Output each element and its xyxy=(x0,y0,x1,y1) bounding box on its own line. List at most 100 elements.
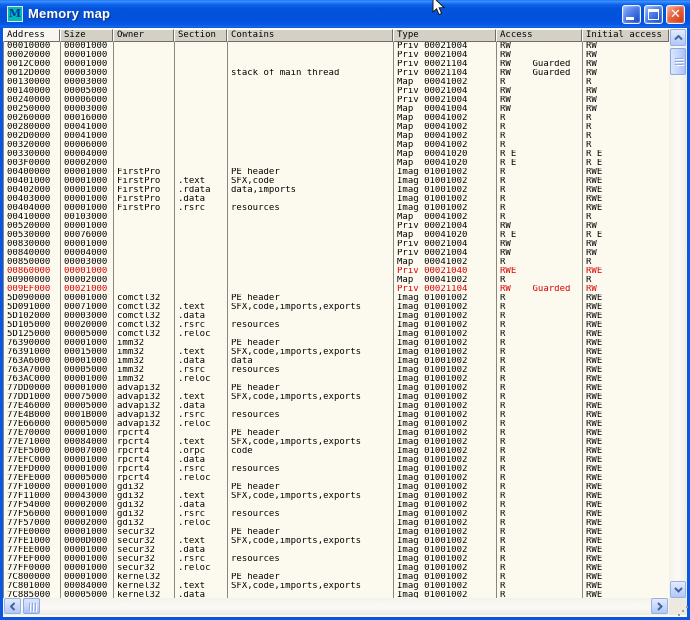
scroll-up-button[interactable] xyxy=(670,29,686,46)
cell-section xyxy=(175,294,228,303)
table-row[interactable]: 002D000000041000Map 00041002RR xyxy=(4,132,669,141)
column-header-size[interactable]: Size xyxy=(60,29,113,42)
minimize-button[interactable] xyxy=(622,5,641,24)
table-row[interactable]: 77E7100000084000rpcrt4.textSFX,code,impo… xyxy=(4,438,669,447)
table-row[interactable]: 0013000000003000Map 00041002RR xyxy=(4,78,669,87)
cell-address: 763A7000 xyxy=(4,366,61,375)
table-row[interactable]: 0040300000001000FirstPro.dataImag 010010… xyxy=(4,195,669,204)
table-row[interactable]: 0024000000006000Priv 00021004RWRW xyxy=(4,96,669,105)
vertical-scroll-thumb[interactable] xyxy=(670,48,686,75)
cell-owner: gdi32 xyxy=(114,510,175,519)
column-header-owner[interactable]: Owner xyxy=(113,29,174,42)
window-titlebar[interactable]: M Memory map ✕ xyxy=(0,0,690,28)
table-row[interactable]: 77DD100000075000advapi32.textSFX,code,im… xyxy=(4,393,669,402)
cell-initial-access: R xyxy=(583,276,669,285)
table-row[interactable]: 0001000000001000Priv 00021004RWRW xyxy=(4,42,669,51)
cell-size: 00001000 xyxy=(61,339,114,348)
table-row[interactable]: 0040400000001000FirstPro.rsrcresourcesIm… xyxy=(4,204,669,213)
app-icon[interactable]: M xyxy=(7,6,23,22)
table-row[interactable]: 7C80100000084000kernel32.textSFX,code,im… xyxy=(4,582,669,591)
table-row[interactable]: 77EFD00000001000rpcrt4.rsrcresourcesImag… xyxy=(4,465,669,474)
table-row[interactable]: 5D09000000001000comctl32PE headerImag 01… xyxy=(4,294,669,303)
table-row[interactable]: 77F5600000001000gdi32.rsrcresourcesImag … xyxy=(4,510,669,519)
cell-size: 00001000 xyxy=(61,573,114,582)
table-row[interactable]: 5D09100000071000comctl32.textSFX,code,im… xyxy=(4,303,669,312)
table-row[interactable]: 0040200000001000FirstPro.rdatadata,impor… xyxy=(4,186,669,195)
scroll-left-button[interactable] xyxy=(4,598,21,614)
table-row[interactable]: 77F1100000043000gdi32.textSFX,code,impor… xyxy=(4,492,669,501)
table-row[interactable]: 0084000000004000Priv 00021004RWRW xyxy=(4,249,669,258)
column-header-section[interactable]: Section xyxy=(174,29,227,42)
chevron-up-icon xyxy=(674,35,683,41)
maximize-button[interactable] xyxy=(644,5,663,24)
table-row[interactable]: 7C80000000001000kernel32PE headerImag 01… xyxy=(4,573,669,582)
table-row[interactable]: 5D12500000005000comctl32.relocImag 01001… xyxy=(4,330,669,339)
table-row[interactable]: 0040100000001000FirstPro.textSFX,codeIma… xyxy=(4,177,669,186)
cell-section xyxy=(175,141,228,150)
table-row[interactable]: 0041000000103000Map 00041002RR xyxy=(4,213,669,222)
table-row[interactable]: 0090000000002000Map 00041002RR xyxy=(4,276,669,285)
column-header-contains[interactable]: Contains xyxy=(227,29,393,42)
table-row[interactable]: 0085000000003000Map 00041002RR xyxy=(4,258,669,267)
table-row[interactable]: 763AC00000001000imm32.relocImag 01001002… xyxy=(4,375,669,384)
table-row[interactable]: 77FF000000001000secur32.relocImag 010010… xyxy=(4,564,669,573)
table-row[interactable]: 5D10200000003000comctl32.dataImag 010010… xyxy=(4,312,669,321)
cell-owner xyxy=(114,132,175,141)
table-row[interactable]: 77FEF00000001000secur32.rsrcresourcesIma… xyxy=(4,555,669,564)
scroll-right-button[interactable] xyxy=(651,598,668,614)
table-row[interactable]: 0012D00000003000stack of main threadPriv… xyxy=(4,69,669,78)
table-row[interactable]: 77EFC00000001000rpcrt4.dataImag 01001002… xyxy=(4,456,669,465)
table-row[interactable]: 0014000000005000Priv 00021004RWRW xyxy=(4,87,669,96)
column-header-initial-access[interactable]: Initial access xyxy=(582,29,669,42)
horizontal-scroll-thumb[interactable] xyxy=(23,598,40,614)
column-header-type[interactable]: Type xyxy=(393,29,496,42)
table-row[interactable]: 0025000000003000Map 00041004RWRW xyxy=(4,105,669,114)
memory-map-table-body[interactable]: 0001000000001000Priv 00021004RWRW0002000… xyxy=(3,42,669,598)
table-row[interactable]: 77EFE00000005000rpcrt4.relocImag 0100100… xyxy=(4,474,669,483)
table-row[interactable]: 77FE000000001000secur32PE headerImag 010… xyxy=(4,528,669,537)
table-row[interactable]: 0012C00000001000Priv 00021104RW GuardedR… xyxy=(4,60,669,69)
table-row[interactable]: 77E4600000005000advapi32.dataImag 010010… xyxy=(4,402,669,411)
table-row[interactable]: 7C88500000005000kernel32.dataImag 010010… xyxy=(4,591,669,598)
table-row[interactable]: 0040000000001000FirstProPE headerImag 01… xyxy=(4,168,669,177)
table-row[interactable]: 77FE10000000D000secur32.textSFX,code,imp… xyxy=(4,537,669,546)
table-row[interactable]: 763A700000005000imm32.rsrcresourcesImag … xyxy=(4,366,669,375)
table-row[interactable]: 77EF500000007000rpcrt4.orpccodeImag 0100… xyxy=(4,447,669,456)
table-row[interactable]: 0032000000006000Map 00041002RR xyxy=(4,141,669,150)
table-row[interactable]: 009EF00000021000Priv 00021104RW GuardedR… xyxy=(4,285,669,294)
cell-type: Imag 01001002 xyxy=(394,366,497,375)
table-row[interactable]: 77E7000000001000rpcrt4PE headerImag 0100… xyxy=(4,429,669,438)
resize-grip[interactable] xyxy=(669,598,687,615)
table-row[interactable]: 0028000000041000Map 00041002RR xyxy=(4,123,669,132)
table-row[interactable]: 0033000000004000Map 00041020R ER E xyxy=(4,150,669,159)
table-row[interactable]: 0002000000001000Priv 00021004RWRW xyxy=(4,51,669,60)
table-row[interactable]: 0053000000076000Map 00041020R ER E xyxy=(4,231,669,240)
table-row[interactable]: 5D10500000020000comctl32.rsrcresourcesIm… xyxy=(4,321,669,330)
table-row[interactable]: 77FEE00000001000secur32.dataImag 0100100… xyxy=(4,546,669,555)
close-button[interactable]: ✕ xyxy=(666,5,685,24)
scroll-down-button[interactable] xyxy=(670,581,686,598)
table-row[interactable]: 77F5700000002000gdi32.relocImag 01001002… xyxy=(4,519,669,528)
cell-address: 7C801000 xyxy=(4,582,61,591)
table-row[interactable]: 7639000000001000imm32PE headerImag 01001… xyxy=(4,339,669,348)
table-row[interactable]: 0083000000001000Priv 00021004RWRW xyxy=(4,240,669,249)
table-row[interactable]: 77E6600000005000advapi32.relocImag 01001… xyxy=(4,420,669,429)
table-row[interactable]: 763A600000001000imm32.datadataImag 01001… xyxy=(4,357,669,366)
cell-section: .reloc xyxy=(175,564,228,573)
table-row[interactable]: 7639100000015000imm32.textSFX,code,impor… xyxy=(4,348,669,357)
column-header-address[interactable]: Address xyxy=(3,29,60,42)
cell-contains xyxy=(228,249,394,258)
table-row[interactable]: 003F000000002000Map 00041020R ER E xyxy=(4,159,669,168)
vertical-scrollbar[interactable] xyxy=(669,29,687,598)
table-row[interactable]: 0052000000001000Priv 00021004RWRW xyxy=(4,222,669,231)
table-row[interactable]: 77E4B0000001B000advapi32.rsrcresourcesIm… xyxy=(4,411,669,420)
horizontal-scrollbar[interactable] xyxy=(3,598,669,615)
table-row[interactable]: 0026000000016000Map 00041002RR xyxy=(4,114,669,123)
cell-owner: comctl32 xyxy=(114,303,175,312)
table-row[interactable]: 0086000000001000Priv 00021040RWERWE xyxy=(4,267,669,276)
table-row[interactable]: 77DD000000001000advapi32PE headerImag 01… xyxy=(4,384,669,393)
column-header-access[interactable]: Access xyxy=(496,29,582,42)
table-row[interactable]: 77F5400000002000gdi32.dataImag 01001002R… xyxy=(4,501,669,510)
table-row[interactable]: 77F1000000001000gdi32PE headerImag 01001… xyxy=(4,483,669,492)
cell-initial-access: RW xyxy=(583,249,669,258)
